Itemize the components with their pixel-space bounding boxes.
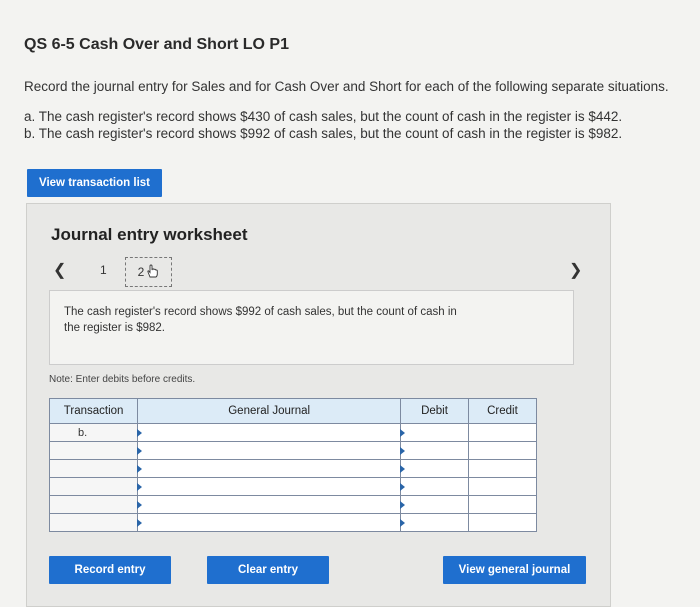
instructions: Record the journal entry for Sales and f…: [24, 79, 669, 94]
account-input[interactable]: [137, 459, 402, 478]
debit-input[interactable]: [400, 459, 469, 478]
credit-input[interactable]: [467, 513, 538, 532]
table-row: [48, 441, 538, 460]
chevron-right-icon[interactable]: ❯: [569, 260, 582, 280]
chevron-left-icon[interactable]: ❮: [53, 260, 66, 280]
view-general-journal-button[interactable]: View general journal: [443, 556, 586, 584]
description-line-2: the register is $982.: [64, 322, 166, 334]
credit-input[interactable]: [467, 459, 538, 478]
account-input[interactable]: [137, 477, 402, 496]
situation-b: b. The cash register's record shows $992…: [24, 126, 623, 141]
debit-input[interactable]: [400, 513, 469, 532]
table-row: [48, 459, 538, 478]
debit-input[interactable]: [400, 495, 469, 514]
page-2-label: 2: [137, 265, 145, 279]
hand-pointer-icon: [146, 264, 159, 281]
table-row: [48, 513, 538, 532]
transaction-cell: [48, 513, 139, 532]
journal-entry-worksheet: Journal entry worksheet ❮ 1 2 ❯ The cash…: [26, 203, 611, 607]
table-row: [48, 477, 538, 496]
debit-input[interactable]: [400, 441, 469, 460]
clear-entry-button[interactable]: Clear entry: [207, 556, 329, 584]
debit-input[interactable]: [400, 477, 469, 496]
view-transaction-list-button[interactable]: View transaction list: [27, 169, 162, 197]
header-debit: Debit: [400, 398, 469, 424]
transaction-cell: [48, 459, 139, 478]
transaction-cell: [48, 495, 139, 514]
account-input[interactable]: [137, 423, 402, 442]
table-row: [48, 495, 538, 514]
situation-a: a. The cash register's record shows $430…: [24, 109, 623, 124]
journal-table: Transaction General Journal Debit Credit…: [48, 398, 538, 532]
credit-input[interactable]: [467, 477, 538, 496]
account-input[interactable]: [137, 441, 402, 460]
entry-note: Note: Enter debits before credits.: [49, 374, 196, 385]
worksheet-title: Journal entry worksheet: [51, 225, 248, 244]
header-general-journal: General Journal: [137, 398, 402, 424]
transaction-cell: b.: [48, 423, 139, 442]
description-line-1: The cash register's record shows $992 of…: [64, 306, 457, 318]
page-title: QS 6-5 Cash Over and Short LO P1: [24, 36, 289, 53]
page-2-link[interactable]: 2: [125, 257, 172, 287]
page-1-link[interactable]: 1: [100, 263, 107, 277]
situations-list: a. The cash register's record shows $430…: [24, 108, 622, 142]
header-transaction: Transaction: [48, 398, 139, 424]
account-input[interactable]: [137, 513, 402, 532]
credit-input[interactable]: [467, 441, 538, 460]
credit-input[interactable]: [467, 495, 538, 514]
header-credit: Credit: [467, 398, 538, 424]
debit-input[interactable]: [400, 423, 469, 442]
credit-input[interactable]: [467, 423, 538, 442]
record-entry-button[interactable]: Record entry: [49, 556, 171, 584]
table-row: b.: [48, 423, 538, 442]
transaction-cell: [48, 477, 139, 496]
account-input[interactable]: [137, 495, 402, 514]
transaction-description: The cash register's record shows $992 of…: [49, 290, 574, 365]
transaction-cell: [48, 441, 139, 460]
